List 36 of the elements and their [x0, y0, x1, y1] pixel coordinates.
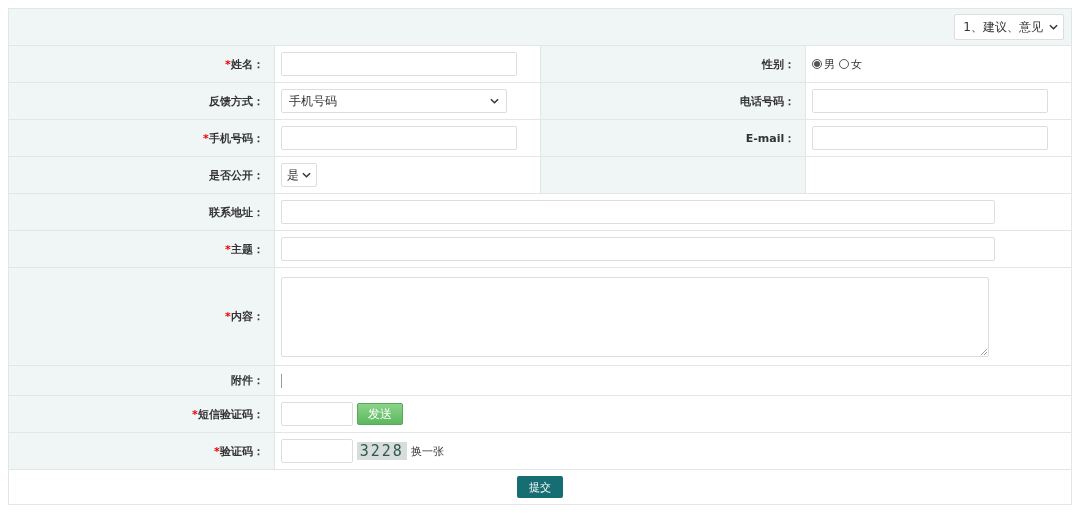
radio-button[interactable]: [812, 59, 823, 69]
resize-grip-icon: [980, 348, 987, 355]
field-label: *主题：: [8, 230, 275, 268]
chevron-down-icon: [301, 172, 311, 178]
field-label: E-mail：: [540, 119, 806, 157]
field-label: 电话号码：: [540, 82, 806, 120]
field-label: *手机号码：: [8, 119, 275, 157]
category-select[interactable]: 1、建议、意见: [954, 14, 1064, 40]
field-label: 是否公开：: [8, 156, 275, 194]
field-label: *验证码：: [8, 432, 275, 470]
field-label: 反馈方式：: [8, 82, 275, 120]
input-field[interactable]: [280, 439, 353, 463]
field-label: *姓名：: [8, 45, 275, 83]
chevron-down-icon: [489, 98, 499, 104]
text-area[interactable]: [280, 276, 989, 357]
input-field[interactable]: [280, 237, 995, 261]
refresh-link[interactable]: 换一张: [410, 443, 444, 459]
captcha-image: 3228: [356, 442, 407, 460]
input-field[interactable]: [812, 126, 1049, 150]
input-field[interactable]: [280, 126, 517, 150]
dropdown-select[interactable]: 手机号码: [280, 89, 507, 113]
input-field[interactable]: [280, 52, 517, 76]
chevron-down-icon: [1049, 24, 1058, 30]
submit-button[interactable]: 提交: [517, 476, 563, 498]
field-label: 性别：: [540, 45, 806, 83]
input-field[interactable]: [280, 402, 353, 426]
field-label: 联系地址：: [8, 193, 275, 231]
field-label: 附件：: [8, 365, 275, 396]
dropdown-select[interactable]: 是: [280, 163, 317, 187]
radio-label: 男: [824, 56, 836, 72]
radio-label: 女: [851, 56, 863, 72]
field-label: *短信验证码：: [8, 395, 275, 433]
input-field[interactable]: [812, 89, 1049, 113]
input-field[interactable]: [280, 200, 995, 224]
field-label: *内容：: [8, 267, 275, 366]
radio-button[interactable]: [839, 59, 850, 69]
